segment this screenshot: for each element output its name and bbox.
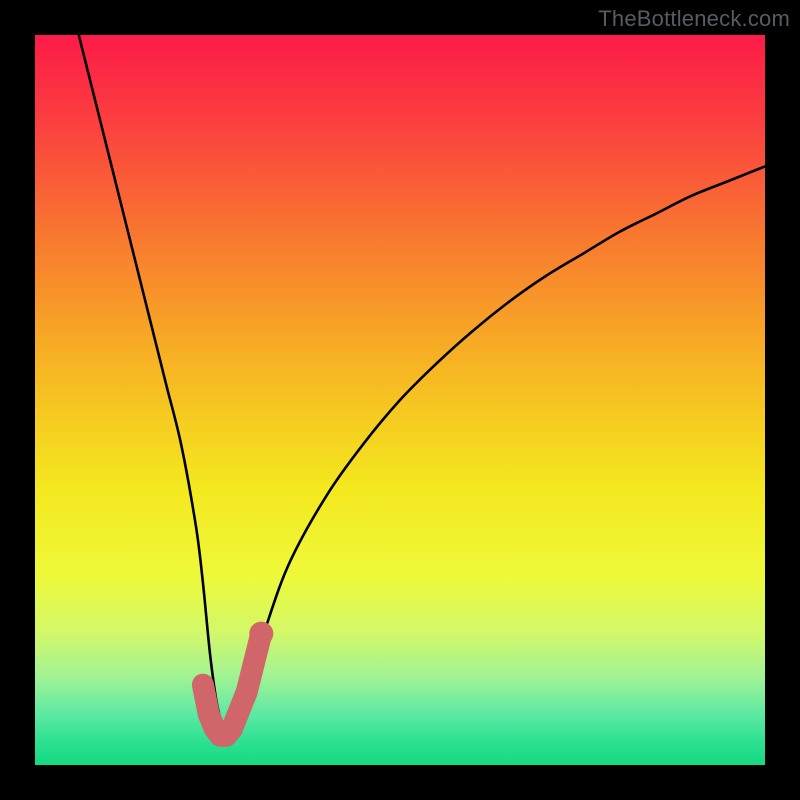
watermark-text: TheBottleneck.com <box>598 6 790 32</box>
highlight-dot <box>243 652 264 673</box>
plot-area <box>35 35 765 765</box>
highlight-dot <box>230 706 246 722</box>
chart-svg <box>35 35 765 765</box>
highlight-dot <box>249 622 273 646</box>
highlight-dot <box>237 683 256 702</box>
chart-frame: TheBottleneck.com <box>0 0 800 800</box>
